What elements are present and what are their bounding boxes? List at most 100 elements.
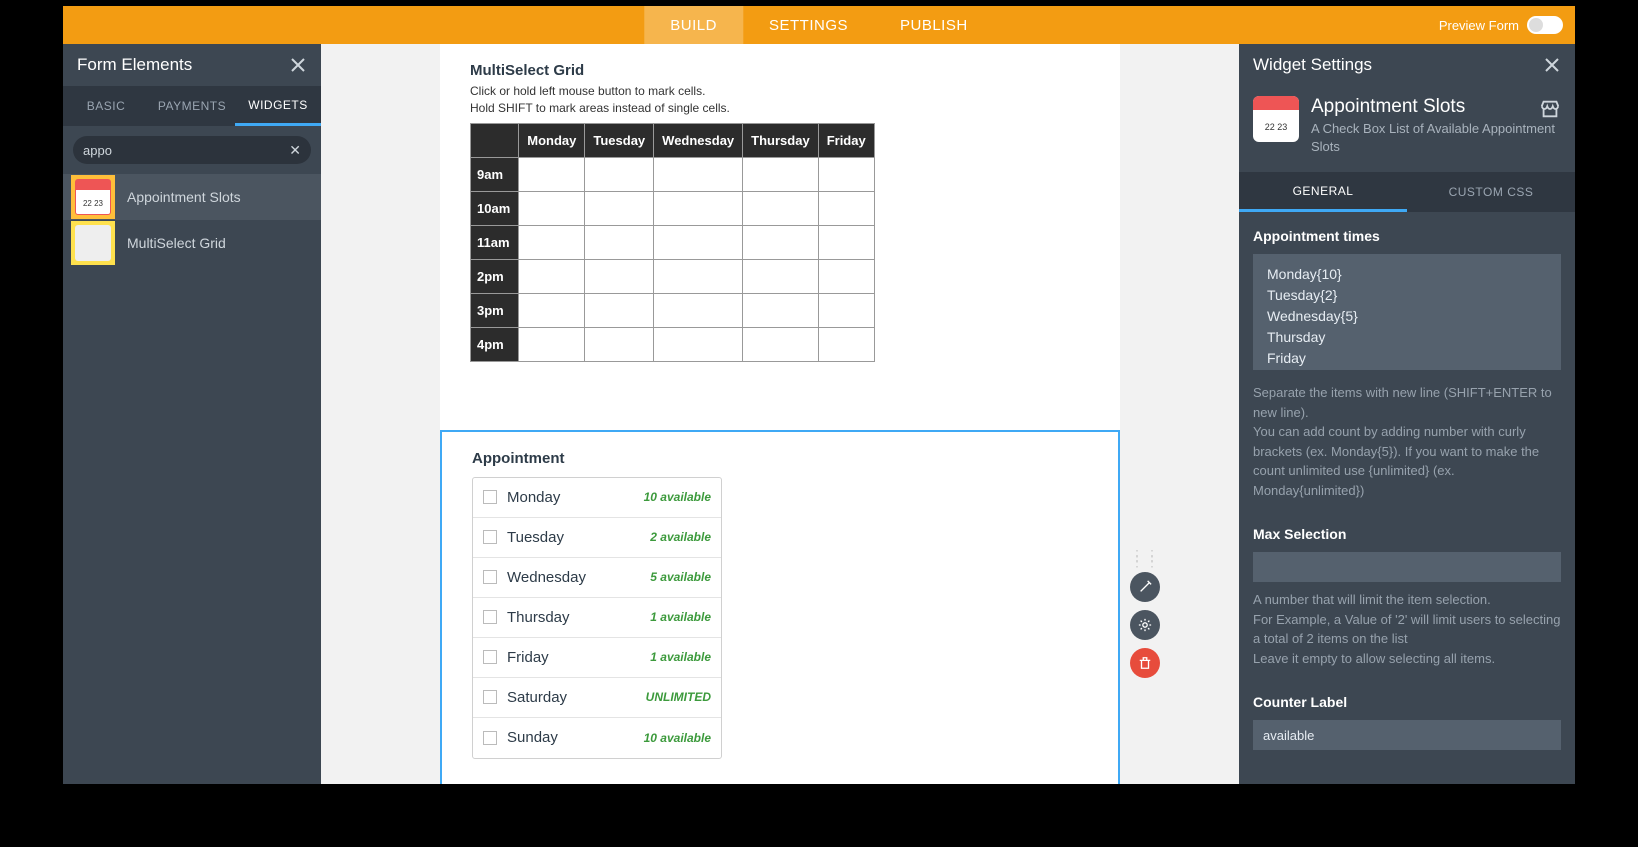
appointment-row[interactable]: Sunday 10 available bbox=[473, 718, 721, 758]
row-header: 2pm bbox=[471, 259, 519, 293]
preview-toggle[interactable] bbox=[1527, 16, 1563, 34]
grid-cell[interactable] bbox=[654, 191, 743, 225]
tab-publish[interactable]: PUBLISH bbox=[874, 6, 994, 44]
grid-cell[interactable] bbox=[585, 327, 654, 361]
grid-cell[interactable] bbox=[654, 259, 743, 293]
appointment-day: Sunday bbox=[507, 729, 634, 746]
appointment-row[interactable]: Monday10 available bbox=[473, 478, 721, 518]
grid-cell[interactable] bbox=[585, 157, 654, 191]
grid-cell[interactable] bbox=[654, 293, 743, 327]
tab-widgets[interactable]: WIDGETS bbox=[235, 86, 321, 126]
tab-basic[interactable]: BASIC bbox=[63, 86, 149, 126]
checkbox[interactable] bbox=[483, 610, 497, 624]
grid-cell[interactable] bbox=[818, 259, 874, 293]
preview-form-label: Preview Form bbox=[1439, 18, 1519, 33]
appointment-times-label: Appointment times bbox=[1253, 228, 1561, 244]
calendar-icon bbox=[75, 179, 111, 215]
widget-appointment-selected[interactable]: Appointment Monday10 availableTuesday2 a… bbox=[440, 430, 1120, 784]
tab-custom-css[interactable]: CUSTOM CSS bbox=[1407, 172, 1575, 212]
table-corner bbox=[471, 123, 519, 157]
grid-cell[interactable] bbox=[818, 327, 874, 361]
appointment-availability: 10 available bbox=[644, 731, 711, 745]
multiselect-hint: Click or hold left mouse button to mark … bbox=[470, 83, 1090, 117]
multiselect-title: MultiSelect Grid bbox=[470, 62, 1090, 79]
row-header: 11am bbox=[471, 225, 519, 259]
magic-wand-button[interactable] bbox=[1130, 572, 1160, 602]
grid-cell[interactable] bbox=[654, 157, 743, 191]
appointment-times-input[interactable] bbox=[1253, 254, 1561, 370]
tab-build[interactable]: BUILD bbox=[644, 6, 743, 44]
element-label: MultiSelect Grid bbox=[127, 235, 226, 251]
counter-label-label: Counter Label bbox=[1253, 694, 1561, 710]
clear-search-icon[interactable]: ✕ bbox=[289, 142, 301, 159]
widget-settings-title: Widget Settings bbox=[1253, 55, 1372, 75]
settings-button[interactable] bbox=[1130, 610, 1160, 640]
form-elements-panel: Form Elements BASIC PAYMENTS WIDGETS ✕ A… bbox=[63, 44, 321, 784]
col-header: Monday bbox=[519, 123, 585, 157]
max-selection-input[interactable] bbox=[1253, 552, 1561, 582]
grid-cell[interactable] bbox=[585, 191, 654, 225]
widget-name: Appointment Slots bbox=[1311, 96, 1561, 118]
multiselect-table[interactable]: Monday Tuesday Wednesday Thursday Friday… bbox=[470, 123, 875, 362]
grid-cell[interactable] bbox=[818, 191, 874, 225]
close-icon[interactable] bbox=[1543, 56, 1561, 74]
checkbox[interactable] bbox=[483, 731, 497, 745]
appointment-row[interactable]: Tuesday2 available bbox=[473, 518, 721, 558]
grid-cell[interactable] bbox=[519, 225, 585, 259]
grid-cell[interactable] bbox=[743, 191, 819, 225]
close-icon[interactable] bbox=[289, 56, 307, 74]
grid-cell[interactable] bbox=[654, 225, 743, 259]
element-multiselect-grid[interactable]: MultiSelect Grid bbox=[63, 220, 321, 266]
delete-button[interactable] bbox=[1130, 648, 1160, 678]
appointment-day: Friday bbox=[507, 649, 640, 666]
grid-cell[interactable] bbox=[743, 293, 819, 327]
checkbox[interactable] bbox=[483, 490, 497, 504]
grid-cell[interactable] bbox=[818, 293, 874, 327]
grid-cell[interactable] bbox=[519, 157, 585, 191]
row-header: 10am bbox=[471, 191, 519, 225]
appointment-availability: UNLIMITED bbox=[646, 690, 711, 704]
grid-cell[interactable] bbox=[818, 225, 874, 259]
col-header: Friday bbox=[818, 123, 874, 157]
grid-cell[interactable] bbox=[818, 157, 874, 191]
checkbox[interactable] bbox=[483, 530, 497, 544]
appointment-row[interactable]: Friday1 available bbox=[473, 638, 721, 678]
grid-cell[interactable] bbox=[519, 293, 585, 327]
element-appointment-slots[interactable]: Appointment Slots bbox=[63, 174, 321, 220]
drag-handle-icon[interactable]: ⋮⋮⋮⋮ bbox=[1130, 552, 1160, 564]
grid-cell[interactable] bbox=[743, 259, 819, 293]
grid-cell[interactable] bbox=[519, 191, 585, 225]
grid-cell[interactable] bbox=[585, 259, 654, 293]
grid-cell[interactable] bbox=[585, 225, 654, 259]
appointment-row[interactable]: Thursday 1 available bbox=[473, 598, 721, 638]
marketplace-icon[interactable] bbox=[1539, 98, 1561, 120]
grid-cell[interactable] bbox=[743, 157, 819, 191]
appointment-row[interactable]: Wednesday5 available bbox=[473, 558, 721, 598]
col-header: Wednesday bbox=[654, 123, 743, 157]
checkbox[interactable] bbox=[483, 570, 497, 584]
counter-label-input[interactable] bbox=[1253, 720, 1561, 750]
grid-cell[interactable] bbox=[654, 327, 743, 361]
appointment-row[interactable]: Saturday UNLIMITED bbox=[473, 678, 721, 718]
widget-description: A Check Box List of Available Appointmen… bbox=[1311, 120, 1561, 156]
appointment-day: Thursday bbox=[507, 609, 640, 626]
max-selection-help: A number that will limit the item select… bbox=[1253, 590, 1561, 668]
appointment-availability: 2 available bbox=[650, 530, 711, 544]
grid-cell[interactable] bbox=[585, 293, 654, 327]
checkbox[interactable] bbox=[483, 650, 497, 664]
grid-cell[interactable] bbox=[743, 225, 819, 259]
appointment-availability: 1 available bbox=[650, 610, 711, 624]
grid-cell[interactable] bbox=[519, 259, 585, 293]
tab-payments[interactable]: PAYMENTS bbox=[149, 86, 235, 126]
appointment-day: Saturday bbox=[507, 689, 636, 706]
widget-multiselect-grid[interactable]: MultiSelect Grid Click or hold left mous… bbox=[440, 44, 1120, 380]
grid-cell[interactable] bbox=[519, 327, 585, 361]
tab-settings[interactable]: SETTINGS bbox=[743, 6, 874, 44]
search-input[interactable] bbox=[83, 143, 289, 158]
grid-cell[interactable] bbox=[743, 327, 819, 361]
max-selection-label: Max Selection bbox=[1253, 526, 1561, 542]
topbar: BUILD SETTINGS PUBLISH Preview Form bbox=[63, 6, 1575, 44]
checkbox[interactable] bbox=[483, 690, 497, 704]
row-header: 3pm bbox=[471, 293, 519, 327]
tab-general[interactable]: GENERAL bbox=[1239, 172, 1407, 212]
